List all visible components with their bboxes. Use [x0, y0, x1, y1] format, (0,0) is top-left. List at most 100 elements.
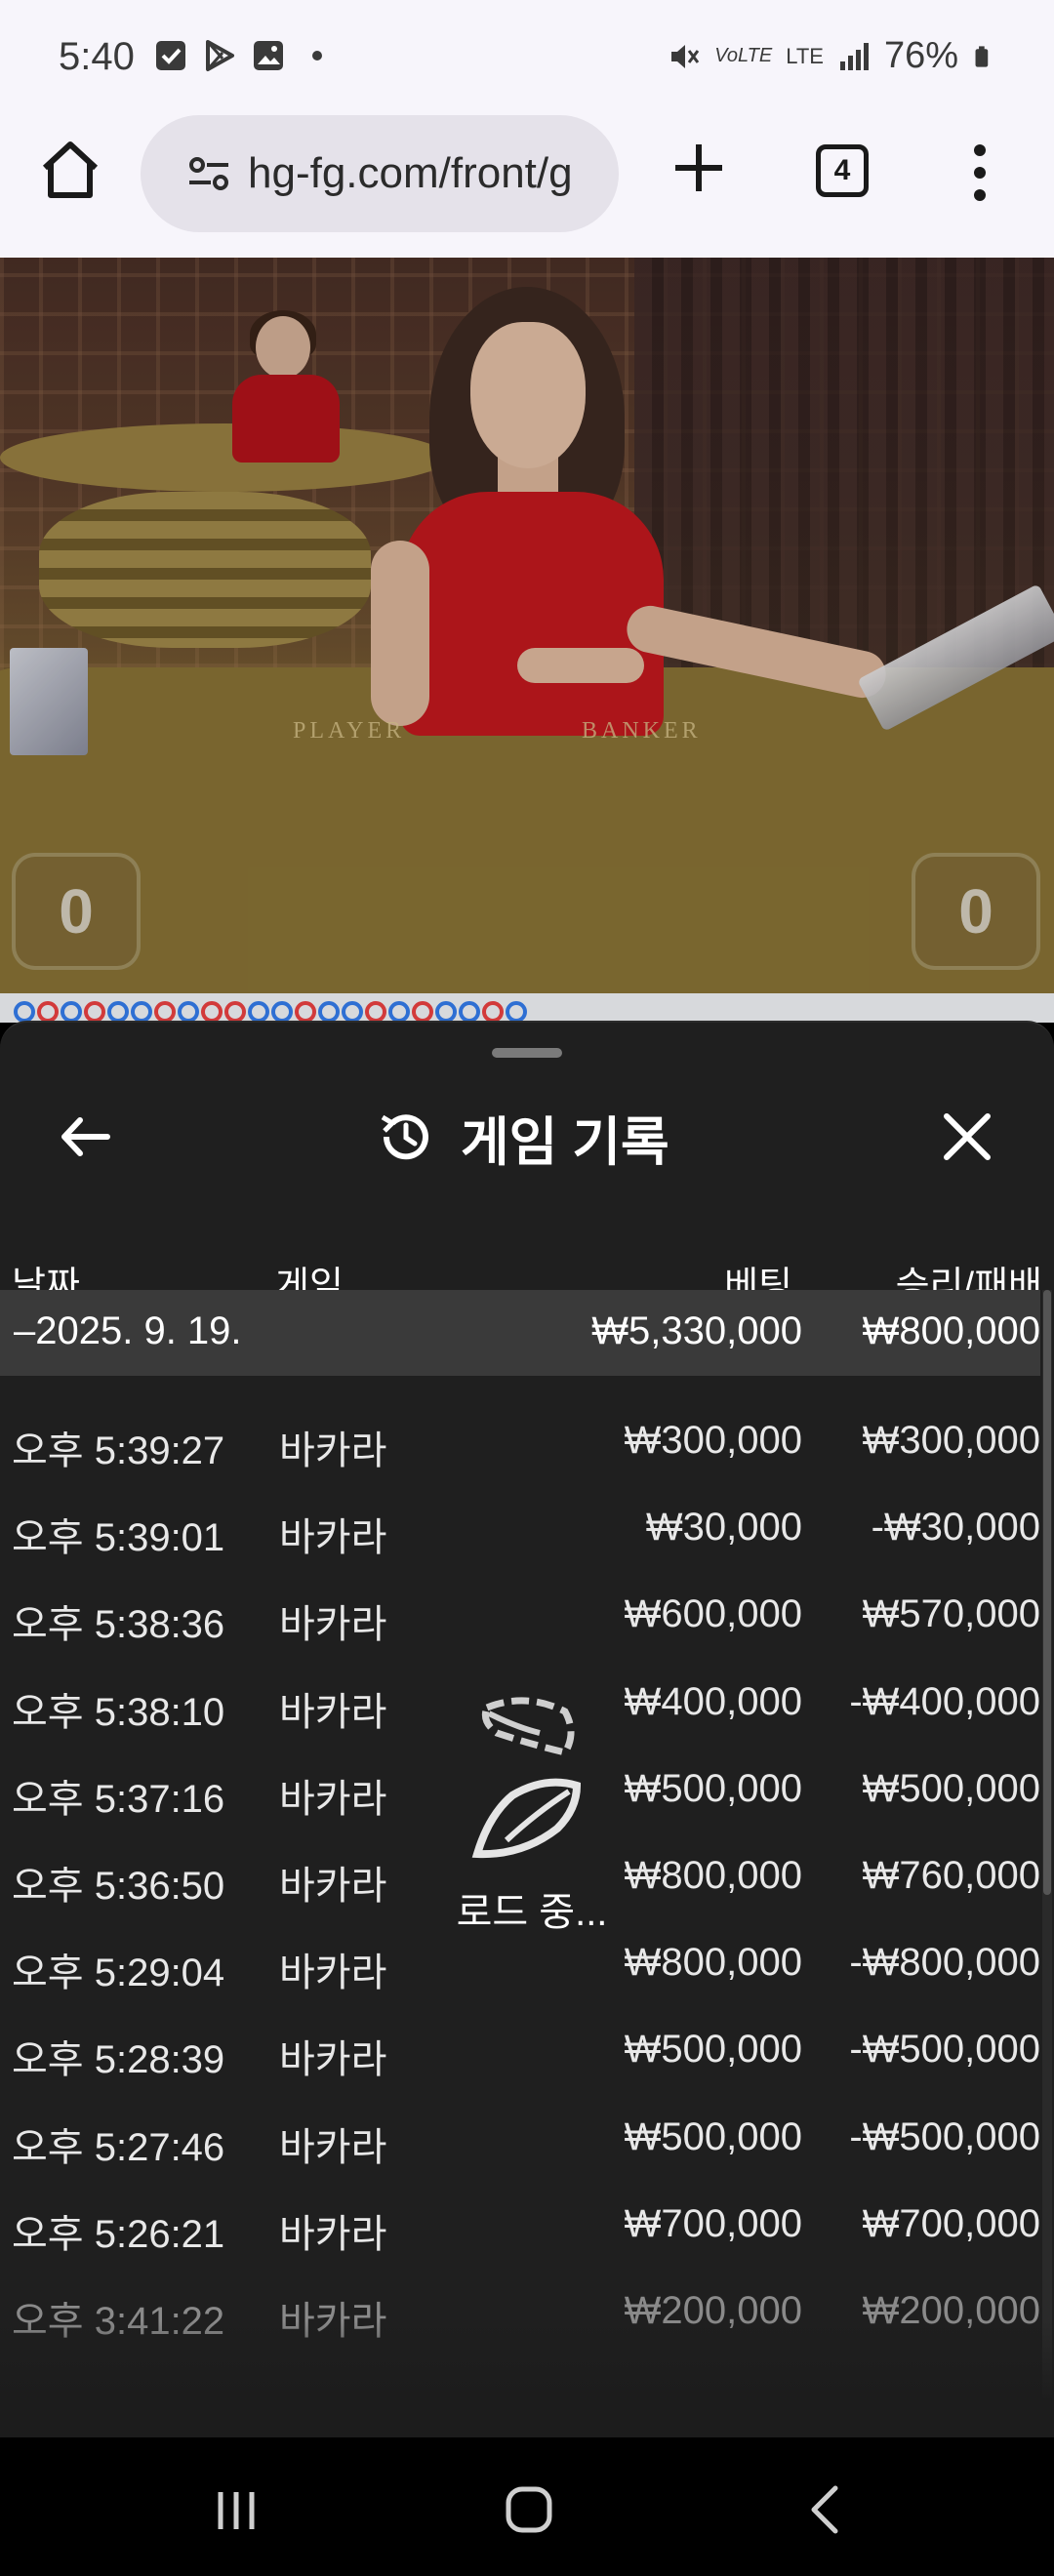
summary-bet: ₩5,330,000	[591, 1309, 802, 1352]
system-nav-bar	[0, 2437, 1054, 2576]
table-row[interactable]: 오후 5:39:01 바카라 ₩30,000 -₩30,000	[0, 1486, 1040, 1573]
row-game: 바카라	[279, 1603, 387, 1647]
battery-percent: 76%	[883, 35, 958, 76]
sheet-header: 게임 기록	[0, 1081, 1054, 1188]
row-game: 바카라	[279, 1429, 387, 1472]
row-bet: ₩30,000	[645, 1506, 802, 1550]
row-win-loss: ₩700,000	[862, 2201, 1040, 2245]
row-win-loss: ₩500,000	[862, 1766, 1040, 1810]
row-game: 바카라	[279, 1952, 387, 1995]
row-bet: ₩800,000	[624, 1853, 802, 1897]
tab-switcher-button[interactable]: 4	[816, 144, 869, 197]
site-settings-icon[interactable]	[185, 150, 232, 197]
table-row[interactable]: 오후 5:28:39 바카라 ₩500,000 -₩500,000	[0, 2008, 1040, 2095]
tab-count: 4	[833, 154, 851, 186]
row-game: 바카라	[279, 2038, 387, 2082]
back-arrow-icon[interactable]	[57, 1108, 113, 1165]
road-bead	[37, 1001, 59, 1023]
row-time: 오후 5:38:36	[12, 1603, 225, 1647]
volte-icon: VoLTE	[714, 45, 773, 66]
row-time: 오후 5:27:46	[12, 2125, 225, 2169]
row-bet: ₩500,000	[624, 1766, 802, 1810]
row-game: 바카라	[279, 1777, 387, 1821]
scrollbar[interactable]	[1042, 1290, 1052, 2402]
road-bead	[318, 1001, 340, 1023]
row-time: 오후 5:39:27	[12, 1429, 225, 1472]
video-dim-overlay	[0, 258, 1054, 1023]
row-bet: ₩700,000	[624, 2201, 802, 2245]
more-menu-icon[interactable]	[962, 141, 997, 205]
row-game: 바카라	[279, 1864, 387, 1908]
check-icon	[156, 41, 185, 70]
row-game: 바카라	[279, 1690, 387, 1734]
status-time: 5:40	[59, 35, 135, 78]
road-bead	[342, 1001, 363, 1023]
url-text[interactable]: hg-fg.com/front/g	[248, 149, 573, 198]
road-bead	[248, 1001, 269, 1023]
road-bead	[14, 1001, 35, 1023]
road-bead	[388, 1001, 410, 1023]
road-bead	[295, 1001, 316, 1023]
image-icon	[254, 41, 283, 70]
table-row[interactable]: 오후 5:26:21 바카라 ₩700,000 ₩700,000	[0, 2183, 1040, 2270]
sheet-title: 게임 기록	[461, 1112, 669, 1172]
row-bet: ₩500,000	[624, 2114, 802, 2158]
road-bead	[201, 1001, 223, 1023]
row-bet: ₩500,000	[624, 2028, 802, 2072]
battery-icon	[975, 45, 989, 67]
row-win-loss: -₩500,000	[849, 2114, 1040, 2158]
table-row[interactable]: 오후 5:38:36 바카라 ₩600,000 ₩570,000	[0, 1573, 1040, 1660]
new-tab-icon[interactable]	[664, 133, 734, 203]
play-store-icon	[206, 40, 234, 71]
table-row[interactable]: 오후 5:27:46 바카라 ₩500,000 -₩500,000	[0, 2096, 1040, 2183]
signal-icon	[839, 42, 869, 70]
loading-spinner-icon	[471, 1697, 582, 1859]
status-right: VoLTE LTE 76%	[668, 35, 995, 77]
row-win-loss: -₩500,000	[849, 2028, 1040, 2072]
summary-win-loss: ₩800,000	[862, 1309, 1040, 1352]
bead-road-strip	[0, 993, 1054, 1023]
mute-icon	[671, 44, 700, 68]
summary-date: –2025. 9. 19.	[14, 1309, 242, 1352]
browser-toolbar: hg-fg.com/front/g 4	[0, 115, 1054, 258]
loading-indicator: 로드 중...	[429, 1694, 634, 1996]
sheet-bottom-fade	[0, 2320, 1054, 2437]
row-time: 오후 5:28:39	[12, 2038, 225, 2082]
road-bead	[506, 1001, 527, 1023]
row-bet: ₩800,000	[624, 1941, 802, 1985]
row-bet: ₩600,000	[624, 1592, 802, 1636]
home-icon[interactable]	[500, 2480, 558, 2539]
row-time: 오후 5:39:01	[12, 1516, 225, 1560]
home-icon[interactable]	[37, 137, 103, 203]
road-bead	[365, 1001, 386, 1023]
dot-icon	[312, 51, 322, 60]
road-bead	[178, 1001, 199, 1023]
history-icon	[381, 1114, 428, 1160]
table-row[interactable]: 오후 5:39:27 바카라 ₩300,000 ₩300,000	[0, 1399, 1040, 1486]
row-win-loss: -₩30,000	[871, 1506, 1040, 1550]
row-game: 바카라	[279, 2212, 387, 2256]
road-bead	[412, 1001, 433, 1023]
status-bar: 5:40 VoLTE LTE 76%	[0, 0, 1054, 115]
row-win-loss: ₩760,000	[862, 1853, 1040, 1897]
road-bead	[224, 1001, 246, 1023]
row-game: 바카라	[279, 2125, 387, 2169]
row-time: 오후 5:36:50	[12, 1864, 225, 1908]
row-win-loss: ₩570,000	[862, 1592, 1040, 1636]
row-time: 오후 5:38:10	[12, 1690, 225, 1734]
recents-icon[interactable]	[207, 2480, 265, 2539]
back-icon[interactable]	[796, 2480, 855, 2539]
date-summary-row[interactable]: –2025. 9. 19. ₩5,330,000 ₩800,000	[0, 1290, 1040, 1376]
road-bead	[84, 1001, 105, 1023]
game-history-sheet: 게임 기록 날짜 게임 베팅 승리/패배 –2025. 9. 19. ₩5,33…	[0, 1021, 1054, 2437]
row-win-loss: -₩400,000	[849, 1679, 1040, 1723]
sheet-drag-handle[interactable]	[492, 1048, 562, 1058]
road-bead	[61, 1001, 82, 1023]
address-bar[interactable]: hg-fg.com/front/g	[141, 115, 619, 232]
road-bead	[107, 1001, 129, 1023]
close-icon[interactable]	[939, 1108, 995, 1165]
scrollbar-thumb[interactable]	[1043, 1290, 1051, 1895]
row-time: 오후 5:26:21	[12, 2212, 225, 2256]
row-time: 오후 5:29:04	[12, 1952, 225, 1995]
road-bead	[482, 1001, 504, 1023]
